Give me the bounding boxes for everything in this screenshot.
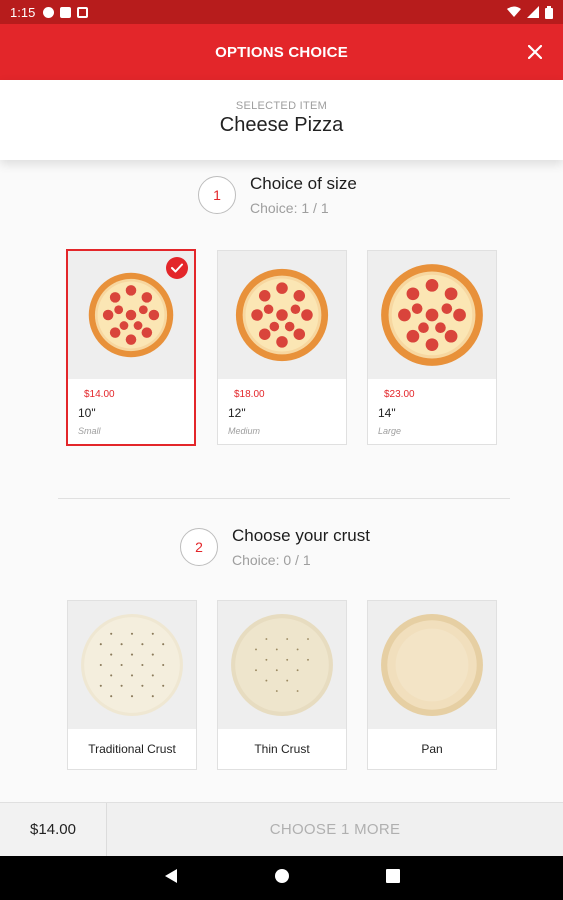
crust-label: Thin Crust: [254, 742, 310, 756]
section-choice-count: Choice: 0 / 1: [232, 552, 311, 568]
system-nav-bar: [0, 856, 563, 900]
pizza-icon: [88, 272, 174, 358]
size-option-body: $23.00 14" Large: [368, 379, 496, 444]
close-button[interactable]: [521, 38, 549, 66]
size-option-14[interactable]: $23.00 14" Large: [367, 250, 497, 445]
recents-icon: [385, 868, 400, 883]
back-icon: [164, 868, 177, 883]
section-text: Choose your crust Choice: 0 / 1: [232, 526, 370, 568]
page-title: OPTIONS CHOICE: [215, 43, 348, 61]
choose-more-button[interactable]: CHOOSE 1 MORE: [107, 803, 563, 856]
size-section-heading: 1 Choice of size Choice: 1 / 1: [198, 174, 357, 216]
home-icon: [274, 868, 289, 883]
status-right: [507, 5, 553, 19]
section-title: Choose your crust: [232, 526, 370, 545]
size-price: $14.00: [84, 389, 115, 400]
home-button[interactable]: [274, 868, 290, 889]
crust-option-traditional[interactable]: Traditional Crust: [67, 600, 197, 770]
crust-label: Pan: [421, 742, 443, 756]
crust-image: [368, 601, 496, 729]
back-button[interactable]: [164, 868, 178, 889]
section-text: Choice of size Choice: 1 / 1: [250, 174, 357, 216]
recents-button[interactable]: [385, 868, 400, 888]
size-label: 12": [228, 406, 246, 420]
size-option-body: $14.00 10" Small: [68, 379, 194, 444]
screen: 1:15 OPTIONS CHOICE SELECTED ITEM Cheese…: [0, 0, 563, 900]
step-number: 2: [180, 528, 218, 566]
check-icon: [171, 263, 183, 273]
message-icon: [43, 6, 55, 18]
section-divider: [58, 498, 510, 499]
crust-image: [218, 601, 346, 729]
close-icon: [528, 45, 542, 59]
app-header: OPTIONS CHOICE: [0, 24, 563, 80]
section-title: Choice of size: [250, 174, 357, 193]
pizza-image: [368, 251, 496, 379]
size-option-10[interactable]: $14.00 10" Small: [66, 249, 196, 446]
order-footer: $14.00 CHOOSE 1 MORE: [0, 802, 563, 856]
size-note: Large: [378, 426, 402, 436]
crust-option-pan[interactable]: Pan: [367, 600, 497, 770]
crust-image: [68, 601, 196, 729]
pizza-image: [218, 251, 346, 379]
selected-item-name: Cheese Pizza: [219, 114, 344, 136]
pizza-icon: [381, 264, 483, 366]
size-label: 14": [378, 406, 396, 420]
size-option-body: $18.00 12" Medium: [218, 379, 346, 444]
crust-label: Traditional Crust: [88, 742, 176, 756]
crust-icon: [381, 614, 483, 716]
wifi-icon: [507, 6, 521, 17]
signal-icon: [527, 6, 539, 18]
pizza-icon: [235, 268, 329, 362]
size-note: Small: [78, 426, 101, 436]
crust-icon: [81, 614, 183, 716]
size-label: 10": [78, 406, 96, 420]
step-number: 1: [198, 176, 236, 214]
battery-icon: [545, 5, 553, 19]
sync-icon: [77, 6, 89, 18]
selected-check-badge: [166, 257, 188, 279]
crust-option-thin[interactable]: Thin Crust: [217, 600, 347, 770]
sim-icon: [60, 6, 72, 18]
status-bar: 1:15: [0, 0, 563, 24]
status-time: 1:15: [10, 4, 36, 20]
size-price: $23.00: [384, 389, 415, 400]
selected-item-panel: SELECTED ITEM Cheese Pizza: [0, 80, 563, 160]
selected-item-label: SELECTED ITEM: [235, 100, 328, 112]
crust-icon: [231, 614, 333, 716]
crust-section-heading: 2 Choose your crust Choice: 0 / 1: [180, 526, 370, 568]
size-note: Medium: [228, 426, 261, 436]
size-option-12[interactable]: $18.00 12" Medium: [217, 250, 347, 445]
section-choice-count: Choice: 1 / 1: [250, 200, 329, 216]
size-price: $18.00: [234, 389, 265, 400]
total-price: $14.00: [0, 803, 107, 856]
